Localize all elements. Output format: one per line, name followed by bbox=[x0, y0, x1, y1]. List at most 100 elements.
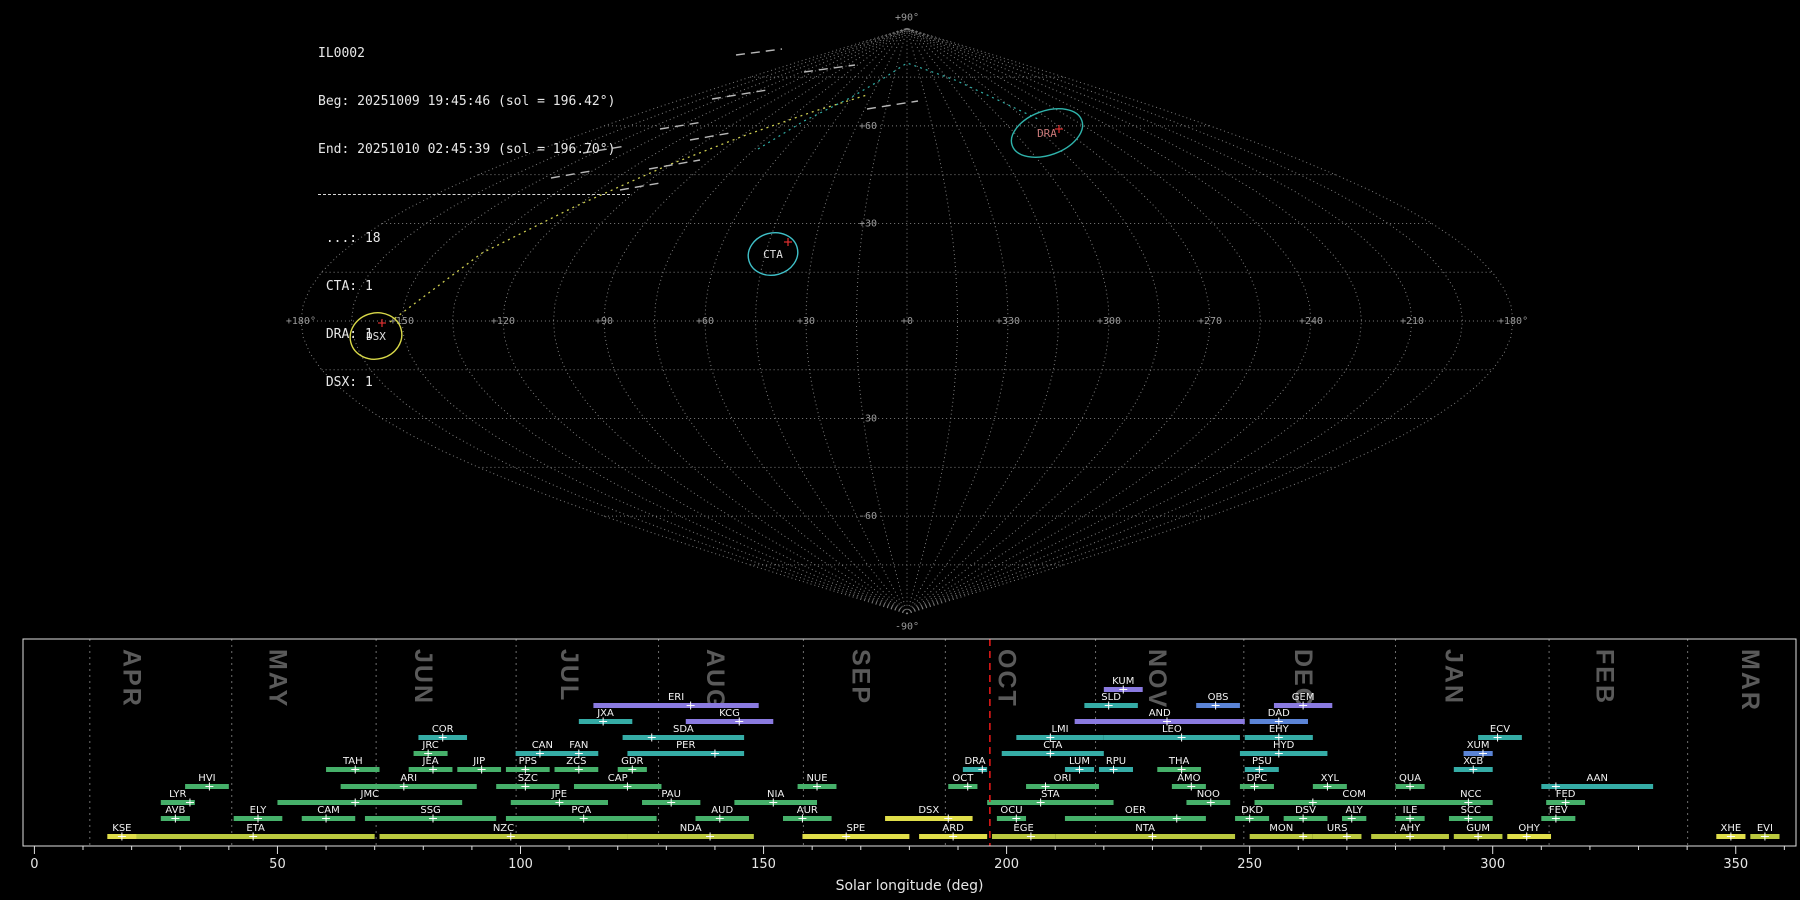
shower-label: PER bbox=[676, 740, 695, 751]
shower-OCT: OCT bbox=[948, 773, 978, 791]
shower-label: OBS bbox=[1208, 692, 1229, 703]
shower-label: DSX bbox=[918, 805, 939, 816]
shower-bar bbox=[992, 834, 1056, 839]
shower-label: NUE bbox=[806, 773, 827, 784]
lat-label: +30 bbox=[859, 218, 877, 229]
x-tick-label: 350 bbox=[1723, 857, 1748, 872]
shower-label: CTA bbox=[1043, 740, 1062, 751]
shower-ORI: ORI bbox=[1026, 773, 1099, 791]
shower-bar bbox=[996, 816, 1027, 821]
shower-LMI: LMI bbox=[1016, 724, 1104, 742]
station-id: IL0002 bbox=[318, 46, 365, 61]
shower-label: AUR bbox=[797, 805, 818, 816]
shower-STA: STA bbox=[987, 789, 1114, 807]
shower-label: JXA bbox=[596, 708, 614, 719]
shower-EVI: EVI bbox=[1750, 823, 1780, 841]
shower-label: DRA bbox=[964, 756, 985, 767]
shower-label: RPU bbox=[1106, 756, 1126, 767]
shower-ETA: ETA bbox=[136, 823, 375, 841]
shower-label: PSU bbox=[1252, 756, 1272, 767]
shower-label: JRC bbox=[421, 740, 438, 751]
shower-label: AUD bbox=[711, 805, 733, 816]
shower-label: ORI bbox=[1054, 773, 1072, 784]
observation-header: IL0002 Beg: 20251009 19:45:46 (sol = 196… bbox=[318, 14, 630, 423]
count-line-sporadic: ...: 18 bbox=[318, 231, 381, 246]
shower-label: FED bbox=[1556, 789, 1576, 800]
shower-bar bbox=[1103, 735, 1240, 740]
shower-label: SDA bbox=[673, 724, 694, 735]
month-label: JAN bbox=[1440, 649, 1468, 705]
shower-label: EHY bbox=[1269, 724, 1290, 735]
shower-label: ECV bbox=[1490, 724, 1510, 735]
month-label: MAR bbox=[1736, 649, 1764, 712]
month-label: NOV bbox=[1143, 649, 1171, 709]
shower-FAN: FAN bbox=[559, 740, 599, 758]
shower-NCC: NCC bbox=[1448, 789, 1493, 807]
shower-label: XUM bbox=[1467, 740, 1490, 751]
shower-DRA: DRA bbox=[962, 756, 988, 774]
begin-time-line: Beg: 20251009 19:45:46 (sol = 196.42°) bbox=[318, 94, 616, 109]
shower-XYL: XYL bbox=[1312, 773, 1347, 791]
shower-DSV: DSV bbox=[1283, 805, 1328, 823]
shower-bar bbox=[573, 784, 662, 789]
shower-AND: AND bbox=[1074, 708, 1245, 726]
shower-label: SLD bbox=[1101, 692, 1121, 703]
month-label: APR bbox=[117, 649, 145, 708]
shower-bar bbox=[802, 834, 910, 839]
shower-label: ALY bbox=[1346, 805, 1364, 816]
shower-label: DAD bbox=[1268, 708, 1290, 719]
shower-JXA: JXA bbox=[578, 708, 633, 726]
shower-DAD: DAD bbox=[1249, 708, 1308, 726]
timeline-chart: APR MAY JUN JUL AUG SEP OCT NOV DEC JAN FEB MARKUME… bbox=[22, 638, 1797, 894]
shower-label: KSE bbox=[112, 823, 131, 834]
shower-label: DKD bbox=[1241, 805, 1263, 816]
shower-GUM: GUM bbox=[1453, 823, 1503, 841]
shower-label: NTA bbox=[1135, 823, 1155, 834]
grid-meridian bbox=[754, 27, 908, 615]
shower-KCG: KCG bbox=[685, 708, 774, 726]
shower-label: CAP bbox=[608, 773, 628, 784]
shower-AAN: AAN bbox=[1541, 773, 1654, 791]
shower-KSE: KSE bbox=[107, 823, 137, 841]
shower-SZC: SZC bbox=[496, 773, 560, 791]
shower-bar bbox=[1064, 816, 1206, 821]
lat-label: +60 bbox=[859, 121, 877, 132]
shower-label: URS bbox=[1327, 823, 1348, 834]
shower-label: GUM bbox=[1466, 823, 1490, 834]
shower-label: OHY bbox=[1518, 823, 1540, 834]
lon-label: +60 bbox=[696, 316, 714, 327]
header-separator bbox=[318, 194, 630, 196]
shower-label: AMO bbox=[1177, 773, 1200, 784]
shower-bar bbox=[1055, 834, 1236, 839]
shower-KUM: KUM bbox=[1103, 676, 1143, 694]
shower-CTA: CTA bbox=[1001, 740, 1104, 758]
end-time-line: End: 20251010 02:45:39 (sol = 196.70°) bbox=[318, 142, 616, 157]
shower-label: SPE bbox=[847, 823, 866, 834]
shower-label: LMI bbox=[1051, 724, 1068, 735]
shower-bar bbox=[685, 719, 774, 724]
lon-label: +180° bbox=[1498, 316, 1528, 327]
shower-XHE: XHE bbox=[1716, 823, 1746, 841]
radiant-label: DRA bbox=[1037, 127, 1057, 140]
shower-XCB: XCB bbox=[1453, 756, 1493, 774]
shower-label: LUM bbox=[1069, 756, 1090, 767]
shower-label: OCT bbox=[952, 773, 974, 784]
shower-LEO: LEO bbox=[1103, 724, 1240, 742]
shower-label: SZC bbox=[518, 773, 538, 784]
shower-NOO: NOO bbox=[1186, 789, 1231, 807]
shower-OHY: OHY bbox=[1507, 823, 1552, 841]
shower-label: NDA bbox=[680, 823, 702, 834]
x-tick-label: 0 bbox=[30, 857, 38, 872]
shower-NIA: NIA bbox=[734, 789, 818, 807]
grid-meridian bbox=[906, 27, 1464, 615]
shower-OCU: OCU bbox=[996, 805, 1027, 823]
shower-label: NZC bbox=[493, 823, 514, 834]
shower-label: HYD bbox=[1273, 740, 1295, 751]
shower-label: HVI bbox=[198, 773, 215, 784]
shower-SDA: SDA bbox=[622, 724, 745, 742]
shower-label: COM bbox=[1342, 789, 1365, 800]
shower-label: AVB bbox=[165, 805, 185, 816]
shower-ELY: ELY bbox=[233, 805, 283, 823]
shower-label: QUA bbox=[1399, 773, 1421, 784]
shower-FEV: FEV bbox=[1541, 805, 1576, 823]
